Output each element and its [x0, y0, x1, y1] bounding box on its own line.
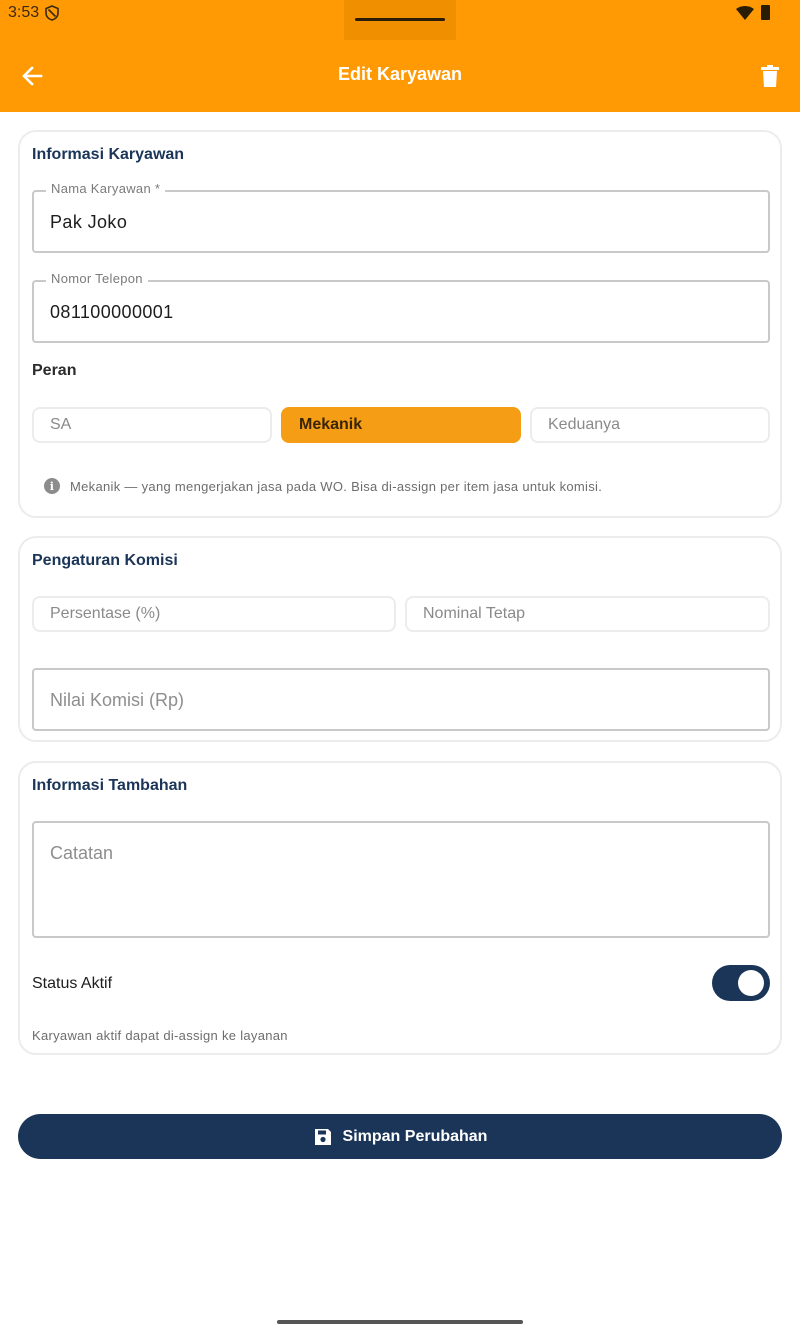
role-option-keduanya[interactable]: Keduanya — [530, 407, 770, 443]
employee-info-title: Informasi Karyawan — [32, 146, 185, 163]
role-label: Peran — [32, 362, 77, 379]
notes-field[interactable]: Catatan — [32, 821, 770, 938]
commission-value-placeholder: Nilai Komisi (Rp) — [50, 690, 185, 710]
phone-value: 081100000001 — [50, 302, 174, 322]
info-icon: i — [44, 478, 60, 494]
save-button[interactable]: Simpan Perubahan — [18, 1114, 782, 1159]
employee-name-value: Pak Joko — [50, 212, 128, 232]
status-hint: Karyawan aktif dapat di-assign ke layana… — [32, 1028, 288, 1043]
wifi-icon — [736, 6, 754, 20]
extra-info-title: Informasi Tambahan — [32, 777, 188, 794]
page-title: Edit Karyawan — [337, 64, 463, 84]
battery-icon — [761, 5, 770, 20]
delete-button[interactable] — [754, 60, 786, 92]
save-button-label: Simpan Perubahan — [342, 1127, 488, 1145]
commission-card: Pengaturan Komisi Persentase (%) Nominal… — [18, 536, 782, 742]
commission-option-fixed[interactable]: Nominal Tetap — [405, 596, 770, 632]
notch-line — [355, 18, 445, 21]
phone-label: Nomor Telepon — [46, 271, 148, 286]
save-icon — [314, 1128, 331, 1145]
home-indicator[interactable] — [277, 1320, 523, 1324]
status-toggle[interactable] — [712, 965, 770, 1001]
commission-value-field[interactable]: Nilai Komisi (Rp) — [32, 668, 770, 731]
role-hint-text: Mekanik — yang mengerjakan jasa pada WO.… — [70, 478, 603, 494]
status-time: 3:53 — [8, 4, 40, 21]
phone-field[interactable]: Nomor Telepon 081100000001 — [32, 271, 770, 343]
employee-name-field[interactable]: Nama Karyawan * Pak Joko — [32, 181, 770, 253]
role-option-mekanik[interactable]: Mekanik — [281, 407, 521, 443]
commission-option-percent[interactable]: Persentase (%) — [32, 596, 396, 632]
role-hint: i Mekanik — yang mengerjakan jasa pada W… — [44, 478, 602, 494]
shield-icon — [45, 5, 59, 21]
employee-info-card: Informasi Karyawan Nama Karyawan * Pak J… — [18, 130, 782, 518]
commission-title: Pengaturan Komisi — [32, 552, 178, 569]
app-bar: 3:53 Edit Karyawan — [0, 0, 800, 112]
notes-placeholder: Catatan — [50, 843, 114, 863]
toggle-knob — [738, 970, 764, 996]
status-label: Status Aktif — [32, 975, 113, 992]
extra-info-card: Informasi Tambahan Catatan Status Aktif … — [18, 761, 782, 1055]
trash-icon — [761, 65, 779, 87]
employee-name-label: Nama Karyawan * — [46, 181, 166, 196]
role-option-sa[interactable]: SA — [32, 407, 272, 443]
